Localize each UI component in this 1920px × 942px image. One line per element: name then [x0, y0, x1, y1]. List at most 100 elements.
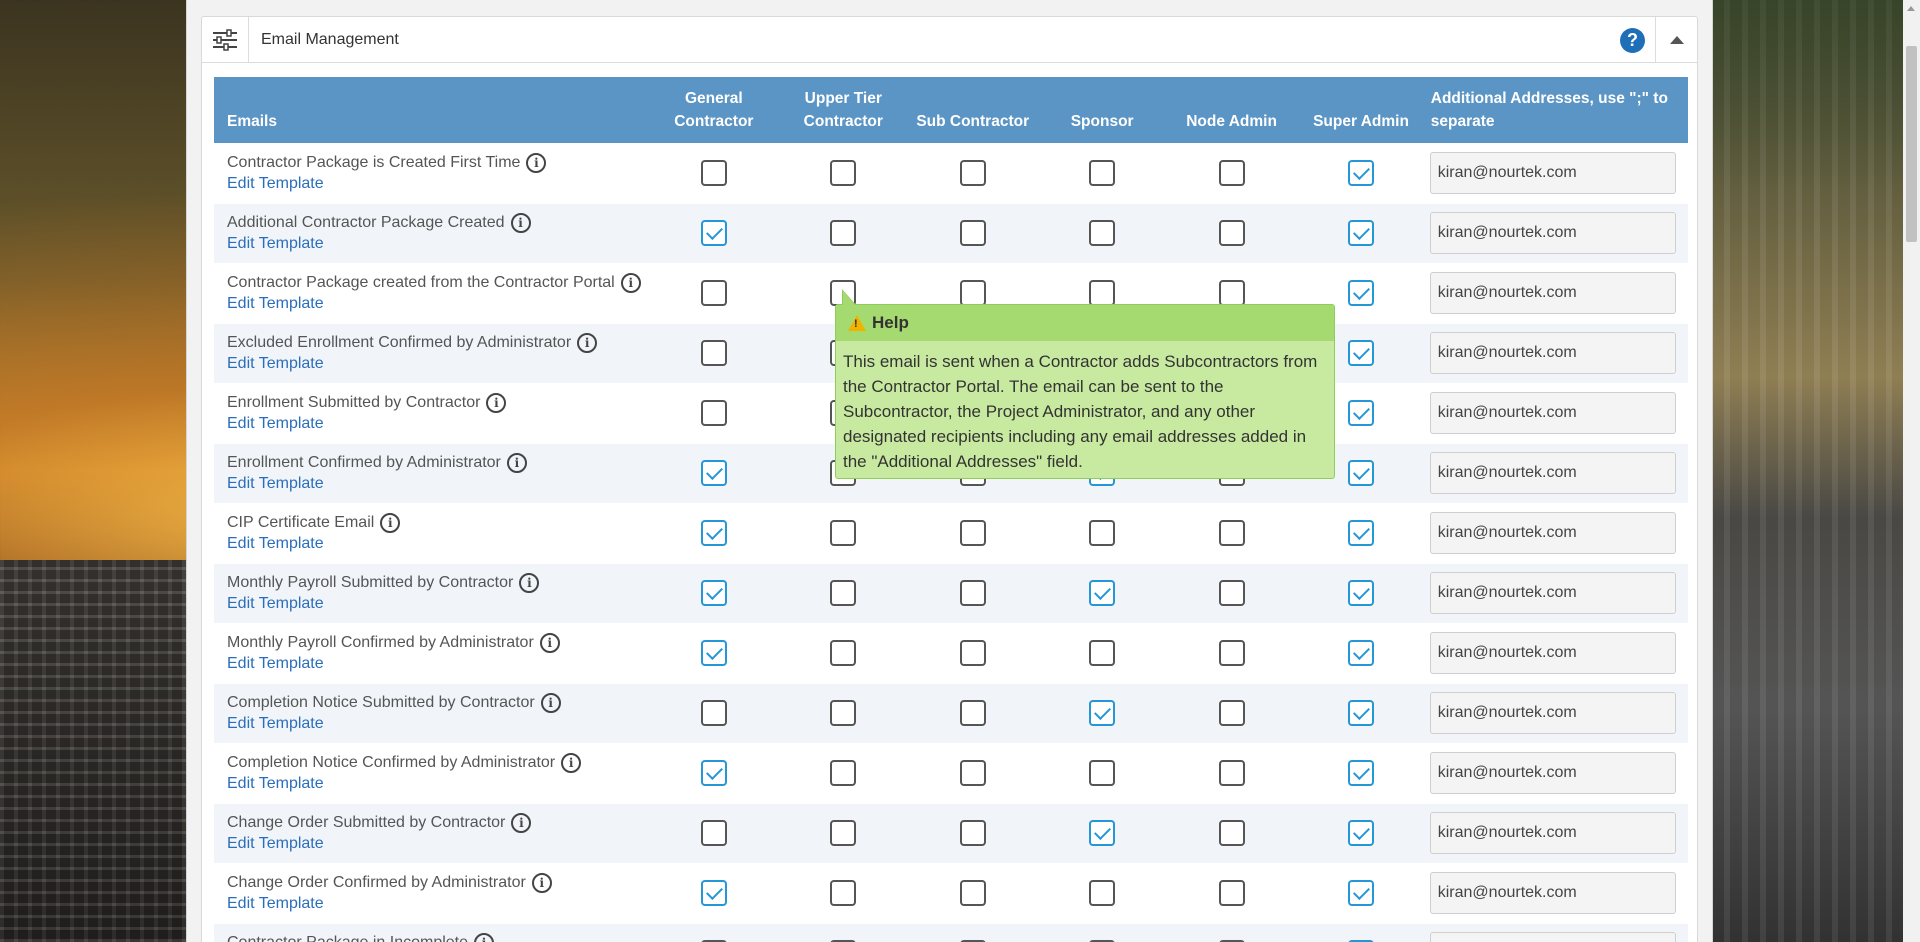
additional-address-input[interactable] [1429, 572, 1676, 614]
general-contractor-checkbox[interactable] [700, 580, 727, 606]
info-circle-icon[interactable]: i [511, 813, 532, 833]
additional-address-input[interactable] [1429, 212, 1676, 254]
node-admin-checkbox[interactable] [1218, 640, 1245, 666]
edit-template-link[interactable]: Edit Template [227, 835, 324, 853]
sponsor-checkbox[interactable] [1089, 280, 1116, 306]
super-admin-checkbox[interactable] [1348, 640, 1375, 666]
sub-contractor-checkbox[interactable] [959, 160, 986, 186]
edit-template-link[interactable]: Edit Template [227, 775, 324, 793]
sponsor-checkbox[interactable] [1089, 520, 1116, 546]
settings-button[interactable] [202, 16, 249, 63]
edit-template-link[interactable]: Edit Template [227, 235, 324, 253]
sub-contractor-checkbox[interactable] [959, 820, 986, 846]
sponsor-checkbox[interactable] [1089, 580, 1116, 606]
node-admin-checkbox[interactable] [1218, 580, 1245, 606]
upper-tier-contractor-checkbox[interactable] [830, 640, 857, 666]
sponsor-checkbox[interactable] [1089, 760, 1116, 786]
super-admin-checkbox[interactable] [1348, 220, 1375, 246]
info-circle-icon[interactable]: i [510, 213, 531, 233]
super-admin-checkbox[interactable] [1348, 160, 1375, 186]
edit-template-link[interactable]: Edit Template [227, 595, 324, 613]
sponsor-checkbox[interactable] [1089, 880, 1116, 906]
additional-address-input[interactable] [1429, 512, 1676, 554]
sub-contractor-checkbox[interactable] [959, 700, 986, 726]
node-admin-checkbox[interactable] [1218, 760, 1245, 786]
upper-tier-contractor-checkbox[interactable] [830, 820, 857, 846]
super-admin-checkbox[interactable] [1348, 280, 1375, 306]
super-admin-checkbox[interactable] [1348, 580, 1375, 606]
additional-address-input[interactable] [1429, 452, 1676, 494]
sponsor-checkbox[interactable] [1089, 820, 1116, 846]
info-circle-icon[interactable]: i [380, 513, 401, 533]
general-contractor-checkbox[interactable] [700, 160, 727, 186]
additional-address-input[interactable] [1429, 332, 1676, 374]
sub-contractor-checkbox[interactable] [959, 220, 986, 246]
node-admin-checkbox[interactable] [1218, 520, 1245, 546]
info-circle-icon[interactable]: i [526, 153, 547, 173]
additional-address-input[interactable] [1429, 392, 1676, 434]
additional-address-input[interactable] [1429, 632, 1676, 674]
general-contractor-checkbox[interactable] [700, 640, 727, 666]
info-circle-icon[interactable]: i [474, 933, 495, 942]
additional-address-input[interactable] [1429, 752, 1676, 794]
additional-address-input[interactable] [1429, 812, 1676, 854]
sponsor-checkbox[interactable] [1089, 640, 1116, 666]
additional-address-input[interactable] [1429, 692, 1676, 734]
info-circle-icon[interactable]: i [577, 333, 598, 353]
info-circle-icon[interactable]: i [540, 693, 561, 713]
super-admin-checkbox[interactable] [1348, 460, 1375, 486]
info-circle-icon[interactable]: i [506, 453, 527, 473]
super-admin-checkbox[interactable] [1348, 520, 1375, 546]
general-contractor-checkbox[interactable] [700, 760, 727, 786]
edit-template-link[interactable]: Edit Template [227, 295, 324, 313]
info-circle-icon[interactable]: i [486, 393, 507, 413]
edit-template-link[interactable]: Edit Template [227, 715, 324, 733]
edit-template-link[interactable]: Edit Template [227, 475, 324, 493]
general-contractor-checkbox[interactable] [700, 520, 727, 546]
collapse-button[interactable] [1655, 17, 1697, 63]
info-circle-icon[interactable]: i [519, 573, 540, 593]
edit-template-link[interactable]: Edit Template [227, 175, 324, 193]
super-admin-checkbox[interactable] [1348, 400, 1375, 426]
upper-tier-contractor-checkbox[interactable] [830, 700, 857, 726]
general-contractor-checkbox[interactable] [700, 220, 727, 246]
sponsor-checkbox[interactable] [1089, 700, 1116, 726]
scroll-thumb[interactable] [1906, 46, 1917, 242]
sub-contractor-checkbox[interactable] [959, 880, 986, 906]
node-admin-checkbox[interactable] [1218, 820, 1245, 846]
super-admin-checkbox[interactable] [1348, 820, 1375, 846]
edit-template-link[interactable]: Edit Template [227, 535, 324, 553]
additional-address-input[interactable] [1429, 152, 1676, 194]
info-circle-icon[interactable]: i [531, 873, 552, 893]
node-admin-checkbox[interactable] [1218, 880, 1245, 906]
additional-address-input[interactable] [1429, 872, 1676, 914]
upper-tier-contractor-checkbox[interactable] [830, 880, 857, 906]
general-contractor-checkbox[interactable] [700, 700, 727, 726]
sponsor-checkbox[interactable] [1089, 220, 1116, 246]
additional-address-input[interactable] [1429, 932, 1676, 942]
general-contractor-checkbox[interactable] [700, 460, 727, 486]
info-circle-icon[interactable]: i [561, 753, 582, 773]
info-circle-icon[interactable]: i [539, 633, 560, 653]
upper-tier-contractor-checkbox[interactable] [830, 520, 857, 546]
question-circle-icon[interactable]: ? [1620, 28, 1645, 53]
sub-contractor-checkbox[interactable] [959, 520, 986, 546]
node-admin-checkbox[interactable] [1218, 160, 1245, 186]
upper-tier-contractor-checkbox[interactable] [830, 760, 857, 786]
super-admin-checkbox[interactable] [1348, 880, 1375, 906]
node-admin-checkbox[interactable] [1218, 280, 1245, 306]
edit-template-link[interactable]: Edit Template [227, 895, 324, 913]
sub-contractor-checkbox[interactable] [959, 640, 986, 666]
node-admin-checkbox[interactable] [1218, 220, 1245, 246]
additional-address-input[interactable] [1429, 272, 1676, 314]
info-circle-icon[interactable]: i [620, 273, 641, 293]
super-admin-checkbox[interactable] [1348, 700, 1375, 726]
super-admin-checkbox[interactable] [1348, 760, 1375, 786]
sub-contractor-checkbox[interactable] [959, 280, 986, 306]
upper-tier-contractor-checkbox[interactable] [830, 580, 857, 606]
edit-template-link[interactable]: Edit Template [227, 655, 324, 673]
upper-tier-contractor-checkbox[interactable] [830, 220, 857, 246]
sponsor-checkbox[interactable] [1089, 160, 1116, 186]
sub-contractor-checkbox[interactable] [959, 580, 986, 606]
general-contractor-checkbox[interactable] [700, 340, 727, 366]
